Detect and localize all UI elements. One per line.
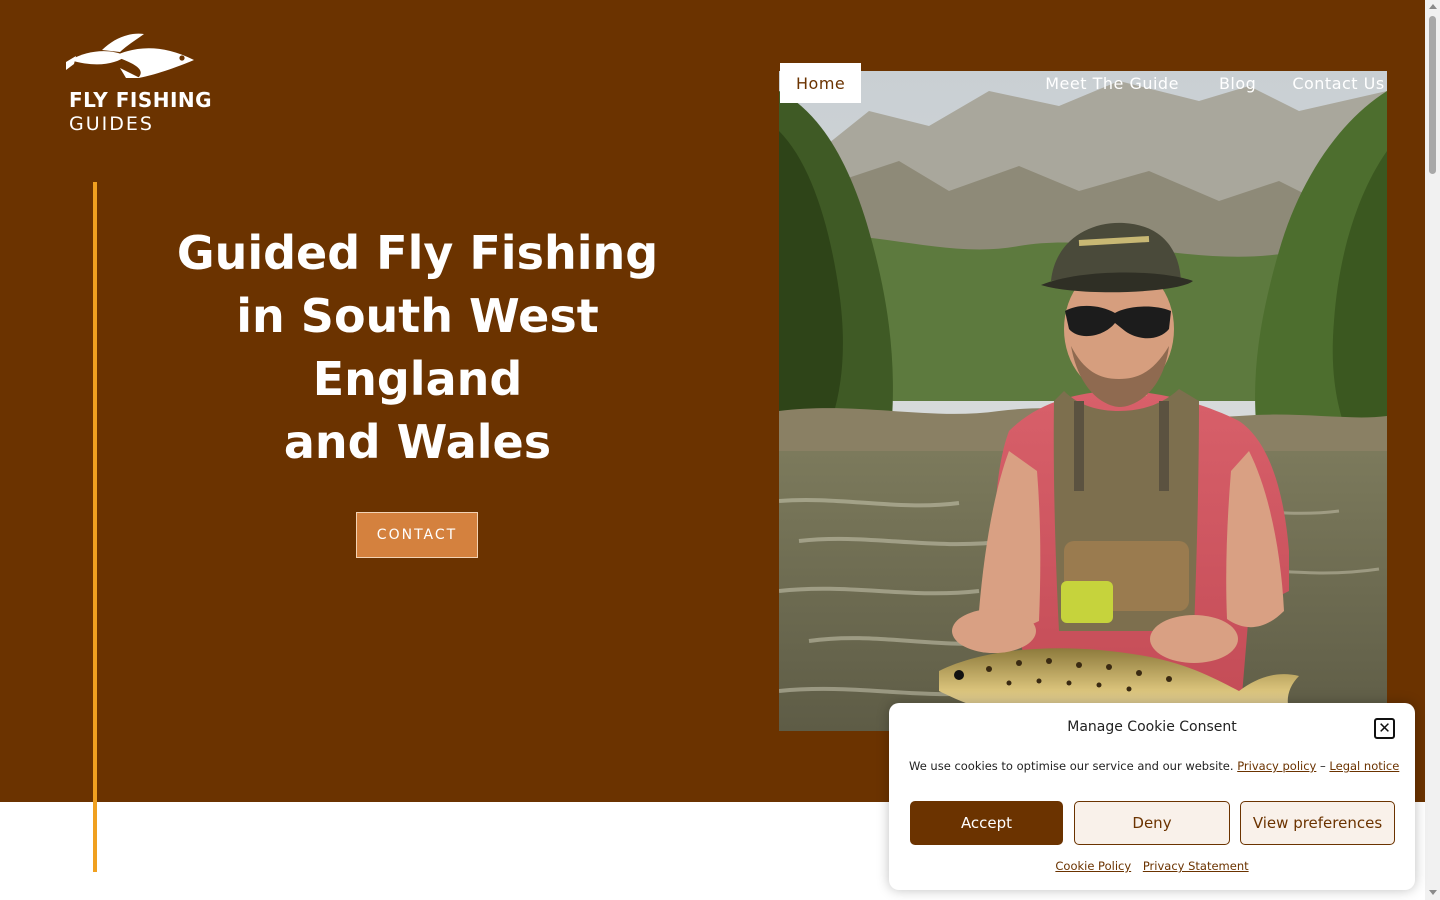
nav-item-blog[interactable]: Blog [1203,63,1272,103]
hero-photo [779,71,1387,731]
nav-item-contact-us[interactable]: Contact Us [1276,63,1400,103]
link-separator: – [1320,759,1326,773]
deny-button[interactable]: Deny [1074,801,1230,845]
cookie-consent-dialog: Manage Cookie Consent ✕ We use cookies t… [889,703,1415,890]
logo-text-secondary: GUIDES [69,113,154,135]
contact-button[interactable]: CONTACT [356,512,478,558]
view-preferences-button[interactable]: View preferences [1240,801,1395,845]
headline-line: Guided Fly Fishing [176,226,659,280]
site-logo[interactable]: FLY FISHING GUIDES [66,30,226,140]
page-scrollbar[interactable] [1425,0,1440,900]
nav-item-meet-the-guide[interactable]: Meet The Guide [1029,63,1195,103]
logo-text-primary: FLY FISHING [69,88,213,112]
close-icon[interactable]: ✕ [1374,718,1395,739]
cookie-policy-link[interactable]: Cookie Policy [1055,859,1131,873]
cookie-message: We use cookies to optimise our service a… [909,759,1409,773]
accept-button[interactable]: Accept [910,801,1063,845]
scrollbar-thumb[interactable] [1429,16,1436,174]
headline-line: and Wales [283,415,552,469]
privacy-statement-link[interactable]: Privacy Statement [1143,859,1249,873]
accent-divider [93,182,97,872]
fish-logo-icon [66,33,194,78]
hero-headline: Guided Fly Fishing in South West England… [140,222,695,474]
cookie-dialog-title: Manage Cookie Consent [1067,719,1237,735]
legal-notice-link[interactable]: Legal notice [1329,759,1399,773]
privacy-policy-link[interactable]: Privacy policy [1237,759,1316,773]
main-nav: Home Meet The Guide Blog Contact Us [780,63,1401,103]
scroll-down-arrow-icon[interactable] [1429,890,1437,895]
headline-line: England [312,352,523,406]
scroll-up-arrow-icon[interactable] [1429,4,1437,9]
cookie-message-text: We use cookies to optimise our service a… [909,759,1234,773]
fisherman-photo-image [779,71,1387,731]
cookie-footer-links: Cookie Policy Privacy Statement [889,859,1415,873]
nav-item-home[interactable]: Home [780,63,862,103]
headline-line: in South West [236,289,599,343]
